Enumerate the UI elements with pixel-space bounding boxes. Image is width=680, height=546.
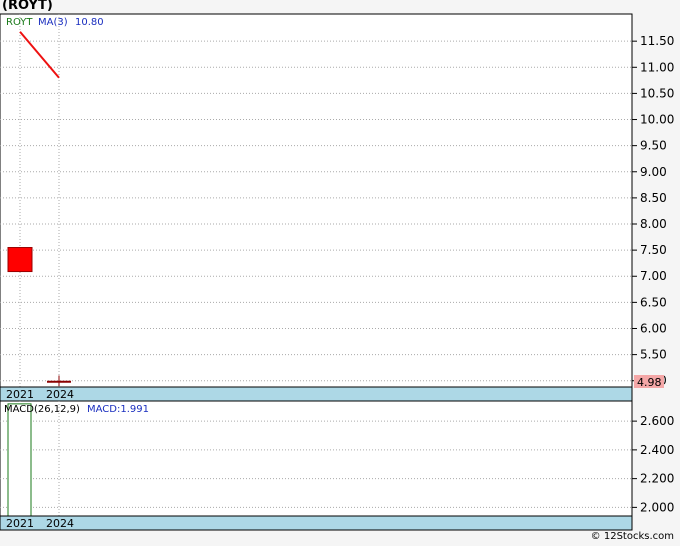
price-y-tick-label: 6.50 — [640, 295, 667, 309]
price-y-tick-label: 7.50 — [640, 243, 667, 257]
macd-y-tick-label: 2.600 — [640, 414, 674, 428]
candle-body — [7, 247, 33, 273]
price-y-tick-label: 7.00 — [640, 269, 667, 283]
price-x-label-2024: 2024 — [46, 388, 74, 401]
price-y-tick-label: 9.50 — [640, 139, 667, 153]
price-y-tick-label: 10.00 — [640, 113, 674, 127]
macd-marks — [7, 403, 32, 517]
price-y-tick-label: 11.50 — [640, 34, 674, 48]
macd-bar — [7, 403, 32, 517]
price-y-tick-label: 9.00 — [640, 165, 667, 179]
ticker-legend: ROYT — [6, 17, 33, 28]
price-y-tick-label: 8.00 — [640, 217, 667, 231]
price-y-tick-label: 5.50 — [640, 348, 667, 362]
macd-x-label-2021: 2021 — [6, 517, 34, 530]
price-y-axis: 11.50 11.00 10.50 10.00 9.50 9.00 8.50 8.00 7.50… — [632, 34, 674, 388]
stock-chart: 11.50 11.00 10.50 10.00 9.50 9.00 8.50 8.00 7.50… — [0, 13, 674, 531]
price-y-tick-label: 8.50 — [640, 191, 667, 205]
macd-plot-area — [0, 400, 633, 517]
price-y-tick-label: 10.50 — [640, 86, 674, 100]
macd-y-tick-label: 2.200 — [640, 472, 674, 486]
macd-legend-value: MACD:1.991 — [87, 404, 149, 415]
price-plot-area — [0, 13, 633, 388]
macd-x-label-2024: 2024 — [46, 517, 74, 530]
price-y-tick-label: 11.00 — [640, 60, 674, 74]
ma-legend-label: MA(3) — [38, 17, 68, 28]
price-x-axis-band — [0, 386, 633, 402]
price-panel: 11.50 11.00 10.50 10.00 9.50 9.00 8.50 8.00 7.50… — [0, 13, 674, 389]
last-price-value: 4.98 — [637, 376, 662, 389]
ma-legend-value: 10.80 — [75, 17, 104, 28]
macd-y-axis: 2.600 2.400 2.200 2.000 — [632, 414, 674, 514]
macd-legend-label: MACD(26,12,9) — [4, 404, 80, 415]
macd-y-tick-label: 2.400 — [640, 443, 674, 457]
site-credit: © 12Stocks.com — [590, 531, 674, 542]
last-price-tag: 4.98 — [634, 375, 664, 389]
price-x-label-2021: 2021 — [6, 388, 34, 401]
macd-y-tick-label: 2.000 — [640, 500, 674, 514]
price-y-tick-label: 6.00 — [640, 321, 667, 335]
macd-panel: 2.600 2.400 2.200 2.000 MACD(26,12,9) MACD:… — [0, 400, 674, 517]
macd-x-axis-band — [0, 515, 633, 531]
